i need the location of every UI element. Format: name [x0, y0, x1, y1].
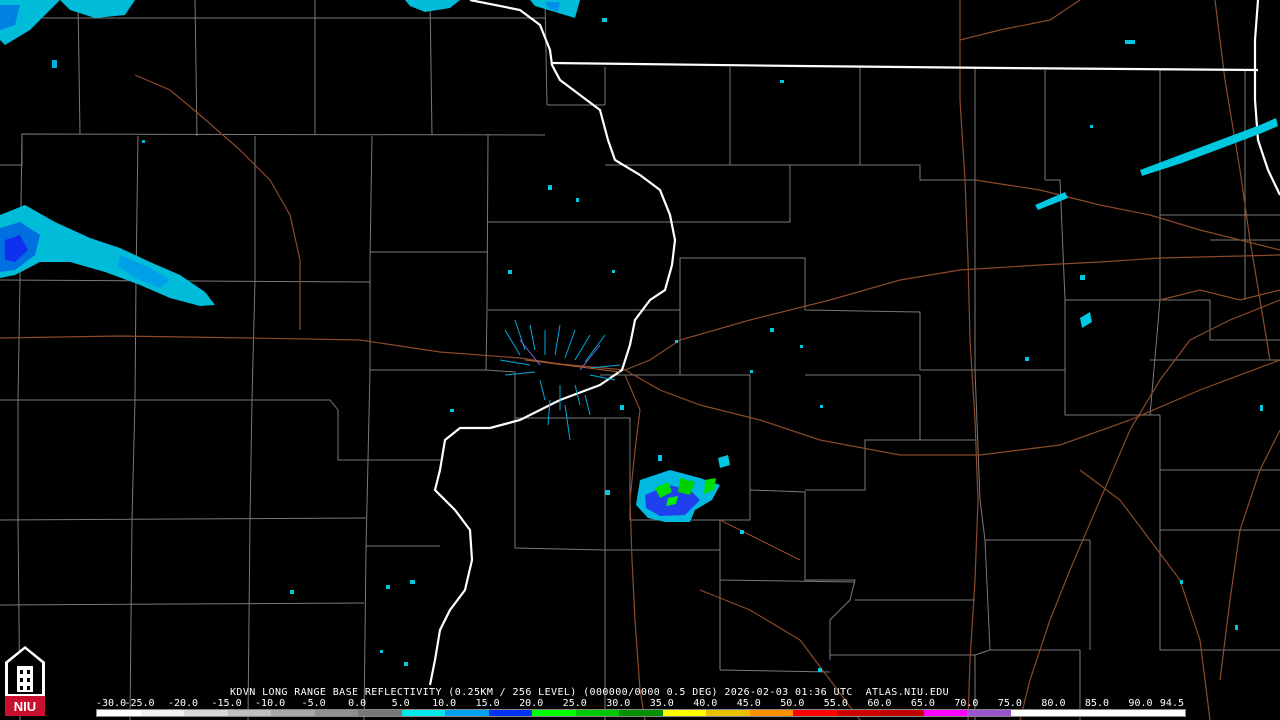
colorbar-segment [271, 710, 315, 716]
echo-north-top [0, 0, 580, 45]
colorbar-label: 60.0 [867, 698, 892, 709]
colorbar-label: -30.0 [96, 698, 127, 709]
colorbar-label: -20.0 [167, 698, 199, 709]
radar-echoes [0, 0, 1278, 672]
colorbar-segment [97, 710, 141, 716]
radar-caption: KDVN LONG RANGE BASE REFLECTIVITY (0.25K… [230, 687, 950, 698]
highway-lines [0, 0, 1280, 720]
colorbar-label: 45.0 [736, 698, 761, 709]
colorbar-label: 40.0 [693, 698, 718, 709]
colorbar-label: 65.0 [910, 698, 935, 709]
colorbar-label: -10.0 [255, 698, 286, 709]
colorbar-segment [401, 710, 446, 716]
colorbar-segment [358, 710, 402, 716]
niu-logo-text: NIU [14, 699, 36, 714]
colorbar-segment [445, 710, 489, 716]
reflectivity-colorbar [96, 709, 1186, 717]
colorbar-segment [1010, 710, 1055, 716]
colorbar-segment [793, 710, 837, 716]
colorbar-segment [1054, 710, 1098, 716]
colorbar-segment [1097, 710, 1142, 716]
colorbar-label: 75.0 [997, 698, 1022, 709]
colorbar-segment [140, 710, 185, 716]
colorbar-label: -25.0 [124, 698, 155, 709]
echo-south-cluster [636, 455, 730, 522]
echo-west-edge [52, 60, 145, 143]
colorbar-label: 30.0 [606, 698, 631, 709]
colorbar-segment [532, 710, 576, 716]
colorbar-label: 0.0 [348, 698, 367, 709]
colorbar-label: 20.0 [519, 698, 544, 709]
colorbar-segment [488, 710, 533, 716]
colorbar-segment [184, 710, 228, 716]
colorbar-segment [662, 710, 707, 716]
colorbar-label: 80.0 [1041, 698, 1066, 709]
colorbar-label: 90.0 [1128, 698, 1153, 709]
colorbar-segment [967, 710, 1011, 716]
echo-scattered-small [290, 18, 1263, 672]
colorbar-segment [923, 710, 968, 716]
colorbar-label: 70.0 [954, 698, 979, 709]
colorbar-label: -15.0 [211, 698, 242, 709]
colorbar-label: 25.0 [562, 698, 587, 709]
colorbar-segment [880, 710, 924, 716]
echo-radar-site-clutter [499, 319, 621, 441]
colorbar-label: 85.0 [1084, 698, 1109, 709]
colorbar-label: 94.5 [1159, 698, 1184, 709]
colorbar-label: 55.0 [823, 698, 848, 709]
colorbar-label: -5.0 [301, 698, 326, 709]
colorbar-segment [1141, 710, 1185, 716]
echo-northwest-band [0, 205, 215, 306]
colorbar-segment [227, 710, 272, 716]
colorbar-segment [836, 710, 881, 716]
colorbar-labels: -30.0 -25.0 -20.0 -15.0 -10.0 -5.0 0.0 5.0 10.0 1… [96, 698, 1184, 709]
colorbar-label: 50.0 [780, 698, 805, 709]
echo-northeast-streaks [1035, 118, 1278, 210]
colorbar-label: 5.0 [391, 698, 410, 709]
colorbar-segment [619, 710, 663, 716]
colorbar-segment [314, 710, 359, 716]
colorbar-segment [706, 710, 750, 716]
radar-map [0, 0, 1280, 720]
colorbar-label: 35.0 [649, 698, 674, 709]
niu-logo: NIU [5, 646, 45, 716]
colorbar-label: 15.0 [475, 698, 500, 709]
colorbar-segment [749, 710, 794, 716]
colorbar-segment [575, 710, 620, 716]
colorbar-label: 10.0 [432, 698, 457, 709]
